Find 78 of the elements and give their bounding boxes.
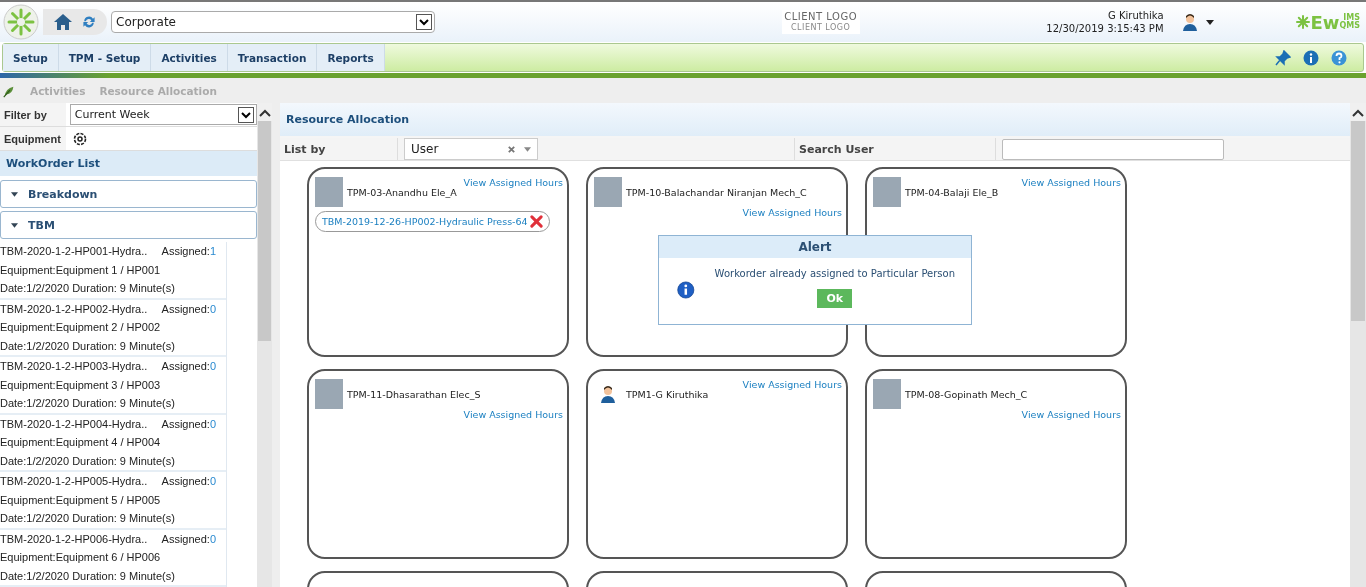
view-assigned-hours-link[interactable]: View Assigned Hours (463, 409, 563, 420)
equipment-text: Equipment:Equipment 5 / HP005 (0, 492, 162, 508)
date-duration-text: Date:1/2/2020 Duration: 9 Minute(s) (0, 511, 176, 526)
view-assigned-hours-link[interactable]: View Assigned Hours (742, 379, 842, 390)
settings-icon[interactable] (72, 130, 88, 147)
workorder-title[interactable]: TBM-2020-1-2-HP001-Hydra.. (0, 242, 148, 261)
user-name: TPM-03-Anandhu Ele_A (347, 187, 457, 198)
assigned-count: Assigned:0 (161, 416, 216, 432)
workorder-title[interactable]: TBM-2020-1-2-HP005-Hydra.. (0, 472, 148, 491)
scroll-up-icon[interactable] (1352, 109, 1364, 117)
menu-tab[interactable]: TPM - Setup (58, 44, 152, 71)
date-duration-text: Date:1/2/2020 Duration: 9 Minute(s) (0, 281, 176, 296)
view-assigned-hours-link[interactable]: View Assigned Hours (1021, 177, 1121, 188)
scrollbar-thumb[interactable] (258, 121, 271, 341)
chevron-down-icon (238, 106, 254, 123)
user-name: TPM-04-Balaji Ele_B (905, 187, 999, 198)
starburst-icon (1295, 15, 1310, 29)
menu-tab[interactable]: Reports (317, 44, 385, 71)
menu-tab[interactable]: Setup (3, 44, 59, 71)
info-icon (677, 278, 695, 302)
scrollbar-thumb[interactable] (1351, 121, 1365, 321)
filter-label: Filter by (0, 103, 66, 126)
caret-icon (524, 146, 531, 152)
date-duration-text: Date:1/2/2020 Duration: 9 Minute(s) (0, 453, 176, 469)
user-name: TPM1-G Kiruthika (626, 389, 709, 400)
list-by-dropdown[interactable]: User (404, 138, 538, 160)
info-icon[interactable] (1303, 49, 1319, 66)
assigned-count: Assigned:1 (161, 244, 216, 259)
alert-message: Workorder already assigned to Particular Person (714, 268, 955, 279)
assigned-count: Assigned:0 (161, 359, 216, 374)
caret-icon (11, 191, 18, 197)
caret-icon[interactable] (1205, 19, 1214, 25)
help-icon[interactable] (1331, 49, 1347, 66)
alert-title: Alert (659, 236, 971, 258)
equipment-text: Equipment:Equipment 3 / HP003 (0, 377, 162, 393)
equipment-text: Equipment:Equipment 6 / HP006 (0, 550, 162, 565)
assigned-count: Assigned:0 (161, 531, 216, 547)
date-duration-text: Date:1/2/2020 Duration: 9 Minute(s) (0, 338, 176, 354)
accordion-header[interactable]: Breakdown (0, 180, 257, 208)
equipment-text: Equipment:Equipment 4 / HP004 (0, 435, 162, 450)
workorder-title[interactable]: TBM-2020-1-2-HP003-Hydra.. (0, 357, 148, 376)
search-field[interactable] (1002, 138, 1224, 160)
menu-tab[interactable]: Transaction (227, 44, 318, 71)
search-user-label: Search User (794, 138, 996, 160)
workorder-title[interactable]: TBM-2020-1-2-HP004-Hydra.. (0, 414, 148, 433)
refresh-icon[interactable] (81, 14, 97, 30)
view-assigned-hours-link[interactable]: View Assigned Hours (742, 207, 842, 218)
user-name: TPM-08-Gopinath Mech_C (905, 389, 1028, 400)
accordion-header[interactable]: TBM (0, 211, 257, 239)
filter-dropdown[interactable]: Current Week (69, 104, 257, 125)
equipment-label: Equipment (0, 127, 66, 150)
view-assigned-hours-link[interactable]: View Assigned Hours (1021, 409, 1121, 420)
equipment-text: Equipment:Equipment 1 / HP001 (0, 262, 162, 278)
view-assigned-hours-link[interactable]: View Assigned Hours (463, 177, 563, 188)
user-name: TPM-10-Balachandar Niranjan Mech_C (626, 187, 807, 198)
client-logo: CLIENT LOGO CLIENT LOGO (781, 10, 860, 34)
remove-icon[interactable] (529, 215, 543, 228)
pin-icon[interactable] (1275, 49, 1291, 66)
assigned-count: Assigned:0 (161, 474, 216, 489)
workorder-title[interactable]: TBM-2020-1-2-HP006-Hydra.. (0, 529, 148, 548)
menu-tab[interactable]: Activities (151, 44, 228, 71)
clear-icon[interactable] (507, 144, 516, 154)
workorder-title[interactable]: TBM-2020-1-2-HP002-Hydra.. (0, 299, 148, 318)
date-time: 12/30/2019 3:15:43 PM (1046, 22, 1164, 35)
equipment-text: Equipment:Equipment 2 / HP002 (0, 320, 162, 335)
date-duration-text: Date:1/2/2020 Duration: 9 Minute(s) (0, 568, 176, 584)
date-duration-text: Date:1/2/2020 Duration: 9 Minute(s) (0, 396, 176, 411)
caret-icon (11, 222, 18, 228)
assigned-count: Assigned:0 (161, 301, 216, 317)
organization-dropdown[interactable]: Corporate (111, 11, 435, 33)
user-name: TPM-11-Dhasarathan Elec_S (347, 389, 481, 400)
home-icon[interactable] (53, 12, 73, 32)
list-by-label: List by (280, 138, 398, 160)
chevron-down-icon (416, 14, 432, 30)
panel-title: Resource Allocation (280, 103, 1350, 138)
user-name: G Kiruthika (1108, 9, 1164, 22)
workorder-list-header: WorkOrder List (0, 151, 257, 176)
scroll-up-icon[interactable] (258, 109, 271, 117)
